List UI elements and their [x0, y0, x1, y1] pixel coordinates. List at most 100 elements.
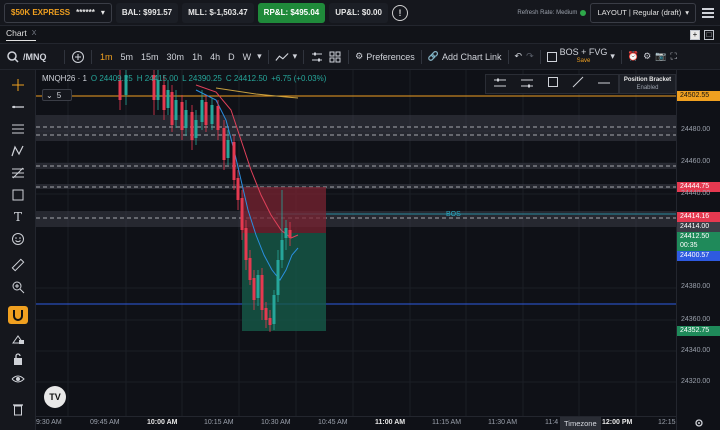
- tab-controls: + □: [690, 29, 714, 40]
- bos-label: BOS: [446, 211, 461, 218]
- info-icon[interactable]: !: [391, 4, 408, 21]
- symbol-search[interactable]: /MNQ: [6, 50, 58, 64]
- gear-icon: ⚙: [355, 51, 364, 61]
- fullscreen-icon[interactable]: ⛶: [670, 51, 676, 62]
- ruler-icon[interactable]: [8, 256, 28, 274]
- candle-body: [184, 110, 188, 128]
- candle-body: [222, 128, 226, 160]
- redo-icon[interactable]: ↷: [526, 51, 534, 62]
- text-icon[interactable]: T: [8, 208, 28, 226]
- crosshair-icon[interactable]: [8, 76, 28, 94]
- eye-icon[interactable]: [8, 370, 28, 388]
- timeframe-1m[interactable]: 1m: [98, 52, 115, 62]
- add-chart-link-label: Add Chart Link: [441, 51, 502, 62]
- candle-body: [240, 198, 244, 230]
- zone-strip-2: [36, 184, 676, 189]
- fvg-zone: [36, 211, 676, 227]
- legend-open: O 24409.25: [90, 74, 133, 83]
- timeframe-4h[interactable]: 4h: [208, 52, 222, 62]
- separator: [64, 49, 65, 64]
- bracket-lines-alt-icon[interactable]: [520, 75, 534, 93]
- add-tab-icon[interactable]: +: [690, 29, 700, 40]
- tab-chart[interactable]: Chart X: [6, 28, 37, 41]
- emoji-icon[interactable]: [8, 230, 28, 248]
- camera-icon[interactable]: 📷: [655, 51, 666, 62]
- timeframe-1h[interactable]: 1h: [190, 52, 204, 62]
- price-tag: 24352.75: [677, 326, 720, 336]
- pattern-icon[interactable]: [8, 142, 28, 160]
- candle-body: [260, 275, 264, 310]
- time-tick: 09:45 AM: [90, 419, 120, 426]
- lock-icon[interactable]: [8, 350, 28, 368]
- chevron-down-icon[interactable]: ▾: [293, 51, 298, 62]
- rectangle-icon[interactable]: [8, 186, 28, 204]
- chevron-down-icon[interactable]: ▾: [257, 51, 262, 62]
- add-chart-link-button[interactable]: 🔗 Add Chart Link: [428, 51, 502, 62]
- preferences-button[interactable]: ⚙ Preferences: [355, 51, 415, 62]
- candle-body: [190, 112, 194, 140]
- indicator-count-badge[interactable]: ⌄ 5: [42, 89, 72, 101]
- price-tick: 24340.00: [681, 347, 711, 354]
- timeframe-d[interactable]: D: [226, 52, 237, 62]
- lock-drawing-icon[interactable]: [8, 330, 28, 348]
- candle-body: [166, 90, 170, 108]
- candle-body: [226, 140, 230, 158]
- horizontal-lines-icon[interactable]: [8, 120, 28, 138]
- hamburger-menu-icon[interactable]: [700, 5, 716, 21]
- price-chart[interactable]: BOS MNQH26 · 1 O 24409.25 H 24415.00 L 2…: [36, 70, 676, 416]
- trading-app: $50K EXPRESS ****** ▾ BAL: $991.57 MLL: …: [0, 0, 720, 430]
- timeframe-w[interactable]: W: [241, 52, 254, 62]
- settings-icon[interactable]: ⚙: [643, 51, 651, 62]
- legend-symbol: MNQH26 · 1: [42, 74, 87, 83]
- trash-icon[interactable]: [8, 400, 28, 418]
- candle-body: [232, 142, 236, 180]
- add-compare-icon[interactable]: [71, 50, 85, 64]
- bracket-box-icon[interactable]: [547, 75, 559, 93]
- time-tick: 12:15: [658, 419, 676, 426]
- timezone-button[interactable]: Timezone: [560, 417, 601, 430]
- layout-selector[interactable]: LAYOUT | Regular (draft) ▾: [590, 2, 696, 23]
- stop-loss-box: [242, 187, 326, 233]
- chevron-down-icon: ▾: [685, 8, 689, 17]
- candle-body: [252, 278, 256, 300]
- time-axis[interactable]: 9:30 AM 09:45 AM 10:00 AM 10:15 AM 10:30…: [36, 416, 676, 430]
- axis-settings-icon[interactable]: [676, 416, 720, 430]
- bracket-diagonal-icon[interactable]: [572, 75, 584, 93]
- time-tick: 11:30 AM: [488, 419, 518, 426]
- tradingview-logo[interactable]: TV: [44, 386, 66, 408]
- fib-icon[interactable]: [8, 164, 28, 182]
- refresh-rate[interactable]: Refresh Rate: Medium: [517, 9, 587, 16]
- bracket-lines-icon[interactable]: [493, 75, 507, 93]
- chart-type-icon[interactable]: [275, 50, 289, 64]
- timeframe-30m[interactable]: 30m: [165, 52, 187, 62]
- zoom-icon[interactable]: [8, 278, 28, 296]
- undo-icon[interactable]: ↶: [515, 51, 523, 62]
- timeframe-5m[interactable]: 5m: [119, 52, 136, 62]
- grid-layout-icon[interactable]: [328, 50, 342, 64]
- price-axis[interactable]: 24502.55 24480.00 24460.00 24444.75 2444…: [676, 70, 720, 416]
- candle-body: [210, 105, 214, 124]
- candle-body: [162, 85, 166, 110]
- timeframe-15m[interactable]: 15m: [139, 52, 161, 62]
- refresh-rate-label: Refresh Rate: Medium: [517, 9, 578, 16]
- close-icon[interactable]: X: [32, 30, 37, 37]
- checkbox-icon[interactable]: [546, 51, 557, 62]
- separator: [420, 49, 422, 64]
- trend-line-icon[interactable]: [8, 98, 28, 116]
- maximize-icon[interactable]: □: [704, 29, 714, 40]
- separator: [303, 49, 305, 64]
- bracket-horizontal-icon[interactable]: [597, 75, 611, 93]
- candle-body: [180, 102, 184, 130]
- account-selector[interactable]: $50K EXPRESS ****** ▾: [4, 2, 112, 23]
- save-label[interactable]: Save: [577, 57, 591, 66]
- account-mask: ******: [76, 8, 95, 17]
- indicator-template-selector[interactable]: BOS + FVG Save ▾: [546, 47, 615, 66]
- price-tick: 24360.00: [681, 316, 711, 323]
- magnet-icon[interactable]: [8, 306, 28, 324]
- indicators-icon[interactable]: [310, 50, 324, 64]
- candle-body: [268, 318, 272, 325]
- alert-icon[interactable]: ⏰: [628, 51, 639, 62]
- position-bracket-status[interactable]: Position Bracket Enabled: [619, 74, 676, 94]
- layout-label: LAYOUT | Regular (draft): [597, 8, 682, 17]
- candle-body: [200, 100, 204, 122]
